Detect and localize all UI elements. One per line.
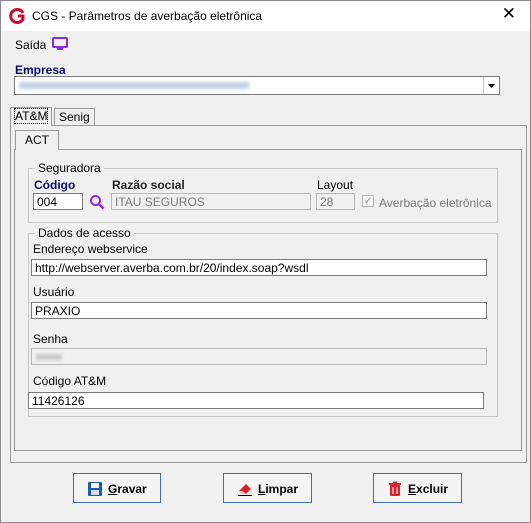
- endereco-input[interactable]: http://webserver.averba.com.br/20/index.…: [31, 259, 487, 276]
- usuario-input[interactable]: PRAXIO: [31, 302, 487, 319]
- close-icon[interactable]: ✕: [502, 4, 516, 24]
- eraser-icon: [238, 484, 252, 496]
- averbacao-label: Averbação eletrônica: [379, 196, 492, 210]
- layout-label: Layout: [317, 178, 354, 192]
- senha-value-redacted: [36, 354, 62, 360]
- senha-input[interactable]: [31, 348, 487, 365]
- empresa-value-redacted: [19, 82, 249, 89]
- tab-senig[interactable]: Senig: [54, 108, 95, 125]
- codigo-label: Código: [34, 178, 76, 192]
- gravar-label-rest: ravar: [117, 482, 147, 496]
- trash-icon: [389, 481, 401, 496]
- codigo-input[interactable]: 004: [33, 193, 83, 210]
- senha-label: Senha: [33, 332, 68, 346]
- menu-item-saida[interactable]: Saída: [15, 38, 46, 52]
- title-bar: CGS - Parâmetros de averbação eletrônica…: [1, 1, 530, 31]
- monitor-icon[interactable]: [52, 37, 68, 51]
- empresa-label: Empresa: [15, 63, 66, 77]
- endereco-label: Endereço webservice: [33, 242, 148, 256]
- codigo-atm-label: Código AT&M: [33, 374, 107, 388]
- search-icon[interactable]: [89, 194, 105, 210]
- layout-field: 28: [316, 193, 355, 210]
- limpar-label-rest: impar: [265, 482, 299, 496]
- menu-bar: Saída: [1, 32, 530, 56]
- empresa-select[interactable]: [14, 76, 500, 95]
- tab-atm-label: AT&M: [13, 108, 49, 124]
- usuario-label: Usuário: [33, 285, 75, 299]
- limpar-label: Limpar: [258, 482, 298, 496]
- dados-acesso-group-label: Dados de acesso: [35, 226, 134, 240]
- razao-social-label: Razão social: [112, 178, 185, 192]
- gravar-button[interactable]: Gravar: [73, 473, 161, 503]
- seguradora-group-label: Seguradora: [35, 161, 104, 175]
- excluir-button[interactable]: Excluir: [373, 473, 462, 503]
- averbacao-checkbox[interactable]: ✓: [362, 195, 374, 207]
- chevron-down-icon[interactable]: [483, 77, 499, 94]
- app-logo-icon: [9, 8, 25, 24]
- gravar-accel: G: [108, 482, 118, 496]
- tab-act[interactable]: ACT: [15, 130, 59, 150]
- window-title: CGS - Parâmetros de averbação eletrônica: [32, 9, 263, 23]
- excluir-accel: E: [408, 482, 417, 496]
- limpar-button[interactable]: Limpar: [223, 473, 312, 503]
- gravar-label: Gravar: [108, 482, 147, 496]
- tab-atm[interactable]: AT&M: [10, 107, 53, 126]
- codigo-atm-input[interactable]: 11426126: [28, 392, 484, 409]
- razao-social-field: ITAU SEGUROS: [111, 193, 311, 210]
- excluir-label: Excluir: [408, 482, 448, 496]
- excluir-label-rest: xcluir: [416, 482, 449, 496]
- main-window: CGS - Parâmetros de averbação eletrônica…: [0, 0, 531, 523]
- save-icon: [88, 482, 102, 496]
